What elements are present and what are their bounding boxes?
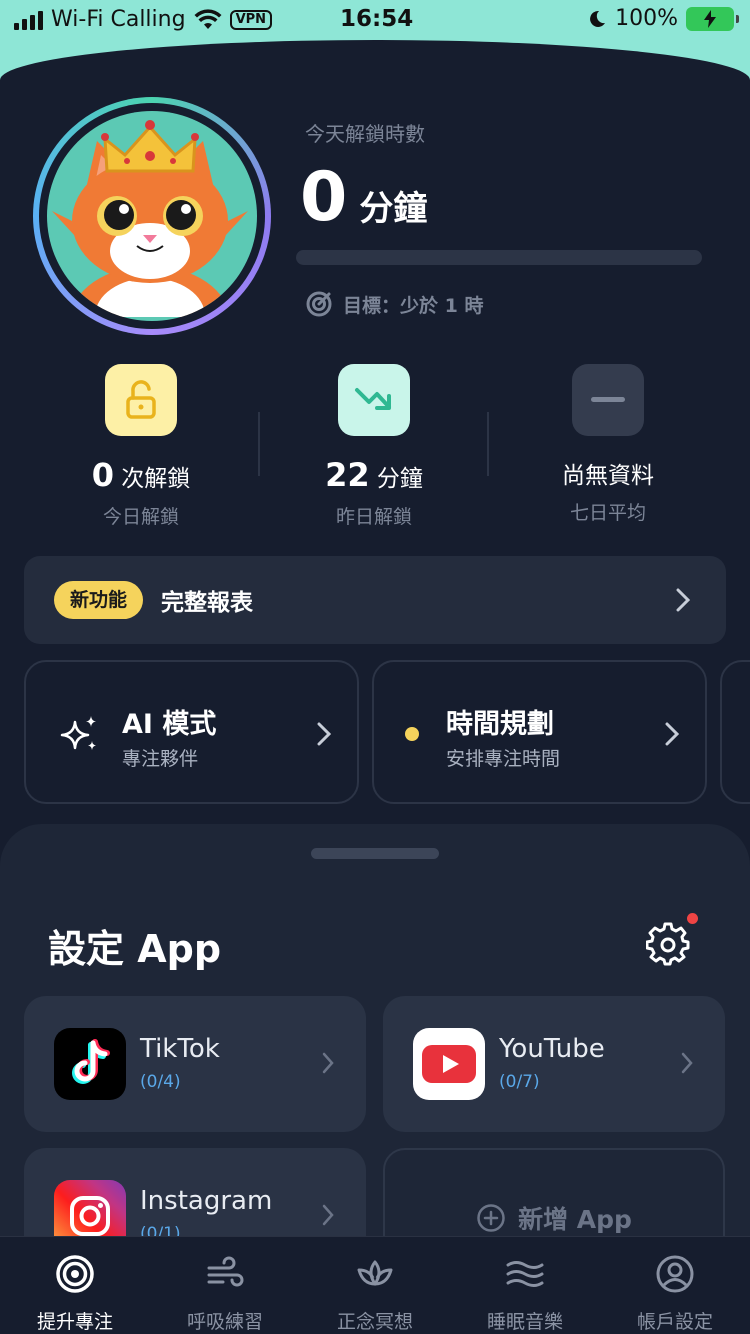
app-count: (0/4) xyxy=(140,1072,181,1092)
wind-icon xyxy=(207,1256,244,1287)
ai-mode-subtitle: 專注夥伴 xyxy=(122,748,199,770)
tab-sleep-music[interactable]: 睡眠音樂 xyxy=(450,1237,600,1334)
stat-unit: 分鐘 xyxy=(376,466,423,492)
today-unlock-label: 今天解鎖時數 xyxy=(305,122,425,146)
battery-percent: 100% xyxy=(615,6,678,31)
avatar[interactable] xyxy=(33,97,271,335)
divider xyxy=(487,412,489,476)
stat-value: 22 xyxy=(325,456,370,494)
ai-mode-card[interactable]: AI 模式 專注夥伴 xyxy=(24,660,359,804)
account-icon xyxy=(656,1255,694,1293)
full-report-title: 完整報表 xyxy=(161,590,254,616)
app-count: (0/7) xyxy=(499,1072,540,1092)
notification-dot xyxy=(687,913,698,924)
waves-icon xyxy=(506,1261,544,1287)
chevron-right-icon xyxy=(665,722,679,746)
full-report-banner[interactable]: 新功能 完整報表 xyxy=(24,556,726,644)
goal-text: 目標：少於 1 時 xyxy=(343,294,484,317)
tiktok-icon xyxy=(54,1028,126,1100)
tab-breathing[interactable]: 呼吸練習 xyxy=(150,1237,300,1334)
stat-value: 尚無資料 xyxy=(562,463,654,489)
tab-label: 呼吸練習 xyxy=(186,1311,263,1333)
stat-today-unlocks: 0 次解鎖 今日解鎖 xyxy=(41,364,241,529)
dot-icon xyxy=(405,727,419,741)
gear-icon[interactable] xyxy=(646,922,690,966)
sheet-handle[interactable] xyxy=(311,848,439,859)
chevron-right-icon xyxy=(322,1052,334,1074)
lotus-icon xyxy=(357,1260,393,1286)
youtube-icon xyxy=(413,1028,485,1100)
app-card-tiktok[interactable]: TikTok (0/4) xyxy=(24,996,366,1132)
stat-weekly-average: 尚無資料 七日平均 xyxy=(508,364,708,525)
stat-value: 0 xyxy=(91,456,114,494)
chevron-right-icon xyxy=(681,1052,693,1074)
tab-label: 帳戶設定 xyxy=(636,1311,713,1333)
app-name: Instagram xyxy=(140,1186,273,1216)
sheet-title: 設定 App xyxy=(48,927,222,971)
chevron-right-icon xyxy=(676,588,690,612)
new-feature-badge: 新功能 xyxy=(54,581,144,619)
daily-progress-bar xyxy=(296,250,702,265)
mode-card-partial[interactable] xyxy=(720,660,750,804)
tab-label: 睡眠音樂 xyxy=(486,1311,563,1333)
sparkles-icon xyxy=(60,716,96,750)
trend-down-icon xyxy=(338,364,410,436)
ai-mode-title: AI 模式 xyxy=(122,709,217,740)
wifi-icon xyxy=(194,8,222,29)
cat-mascot-icon xyxy=(47,111,257,321)
tab-account[interactable]: 帳戶設定 xyxy=(600,1237,750,1334)
app-card-youtube[interactable]: YouTube (0/7) xyxy=(383,996,725,1132)
stat-label: 昨日解鎖 xyxy=(335,506,412,528)
app-name: YouTube xyxy=(499,1034,605,1064)
app-name: TikTok xyxy=(140,1034,220,1064)
signal-icon xyxy=(14,10,43,30)
stat-unit: 次解鎖 xyxy=(121,466,191,492)
time-planning-title: 時間規劃 xyxy=(446,709,554,740)
target-icon xyxy=(306,291,332,317)
minus-icon xyxy=(572,364,644,436)
chevron-right-icon xyxy=(317,722,331,746)
tab-meditation[interactable]: 正念冥想 xyxy=(300,1237,450,1334)
stat-label: 七日平均 xyxy=(569,502,646,524)
tab-label: 提升專注 xyxy=(36,1311,113,1333)
tab-label: 正念冥想 xyxy=(336,1311,413,1333)
moon-icon xyxy=(590,10,606,27)
charging-bolt-icon xyxy=(704,9,716,28)
chevron-right-icon xyxy=(322,1204,334,1226)
tab-bar: 提升專注 呼吸練習 正念冥想 睡眠音樂 帳戶設定 xyxy=(0,1236,750,1334)
status-bar: Wi-Fi Calling VPN 16:54 100% xyxy=(0,0,750,40)
unlock-icon xyxy=(105,364,177,436)
today-unlock-unit: 分鐘 xyxy=(359,189,428,229)
time-planning-card[interactable]: 時間規劃 安排專注時間 xyxy=(372,660,707,804)
vpn-badge: VPN xyxy=(229,9,273,30)
divider xyxy=(258,412,260,476)
time-planning-subtitle: 安排專注時間 xyxy=(446,748,561,770)
goal-row[interactable]: 目標：少於 1 時 xyxy=(305,290,483,318)
carrier-label: Wi-Fi Calling xyxy=(51,7,186,32)
stat-label: 今日解鎖 xyxy=(102,506,179,528)
add-app-label: 新增 App xyxy=(518,1205,632,1234)
tab-focus[interactable]: 提升專注 xyxy=(0,1237,150,1334)
focus-target-icon xyxy=(56,1255,94,1293)
today-unlock-number: 0 xyxy=(300,158,348,237)
battery-icon xyxy=(686,6,739,31)
today-unlock-value: 0 分鐘 xyxy=(300,158,427,237)
stat-yesterday-unlocks: 22 分鐘 昨日解鎖 xyxy=(274,364,474,529)
clock: 16:54 xyxy=(340,6,414,32)
plus-circle-icon xyxy=(477,1204,505,1232)
